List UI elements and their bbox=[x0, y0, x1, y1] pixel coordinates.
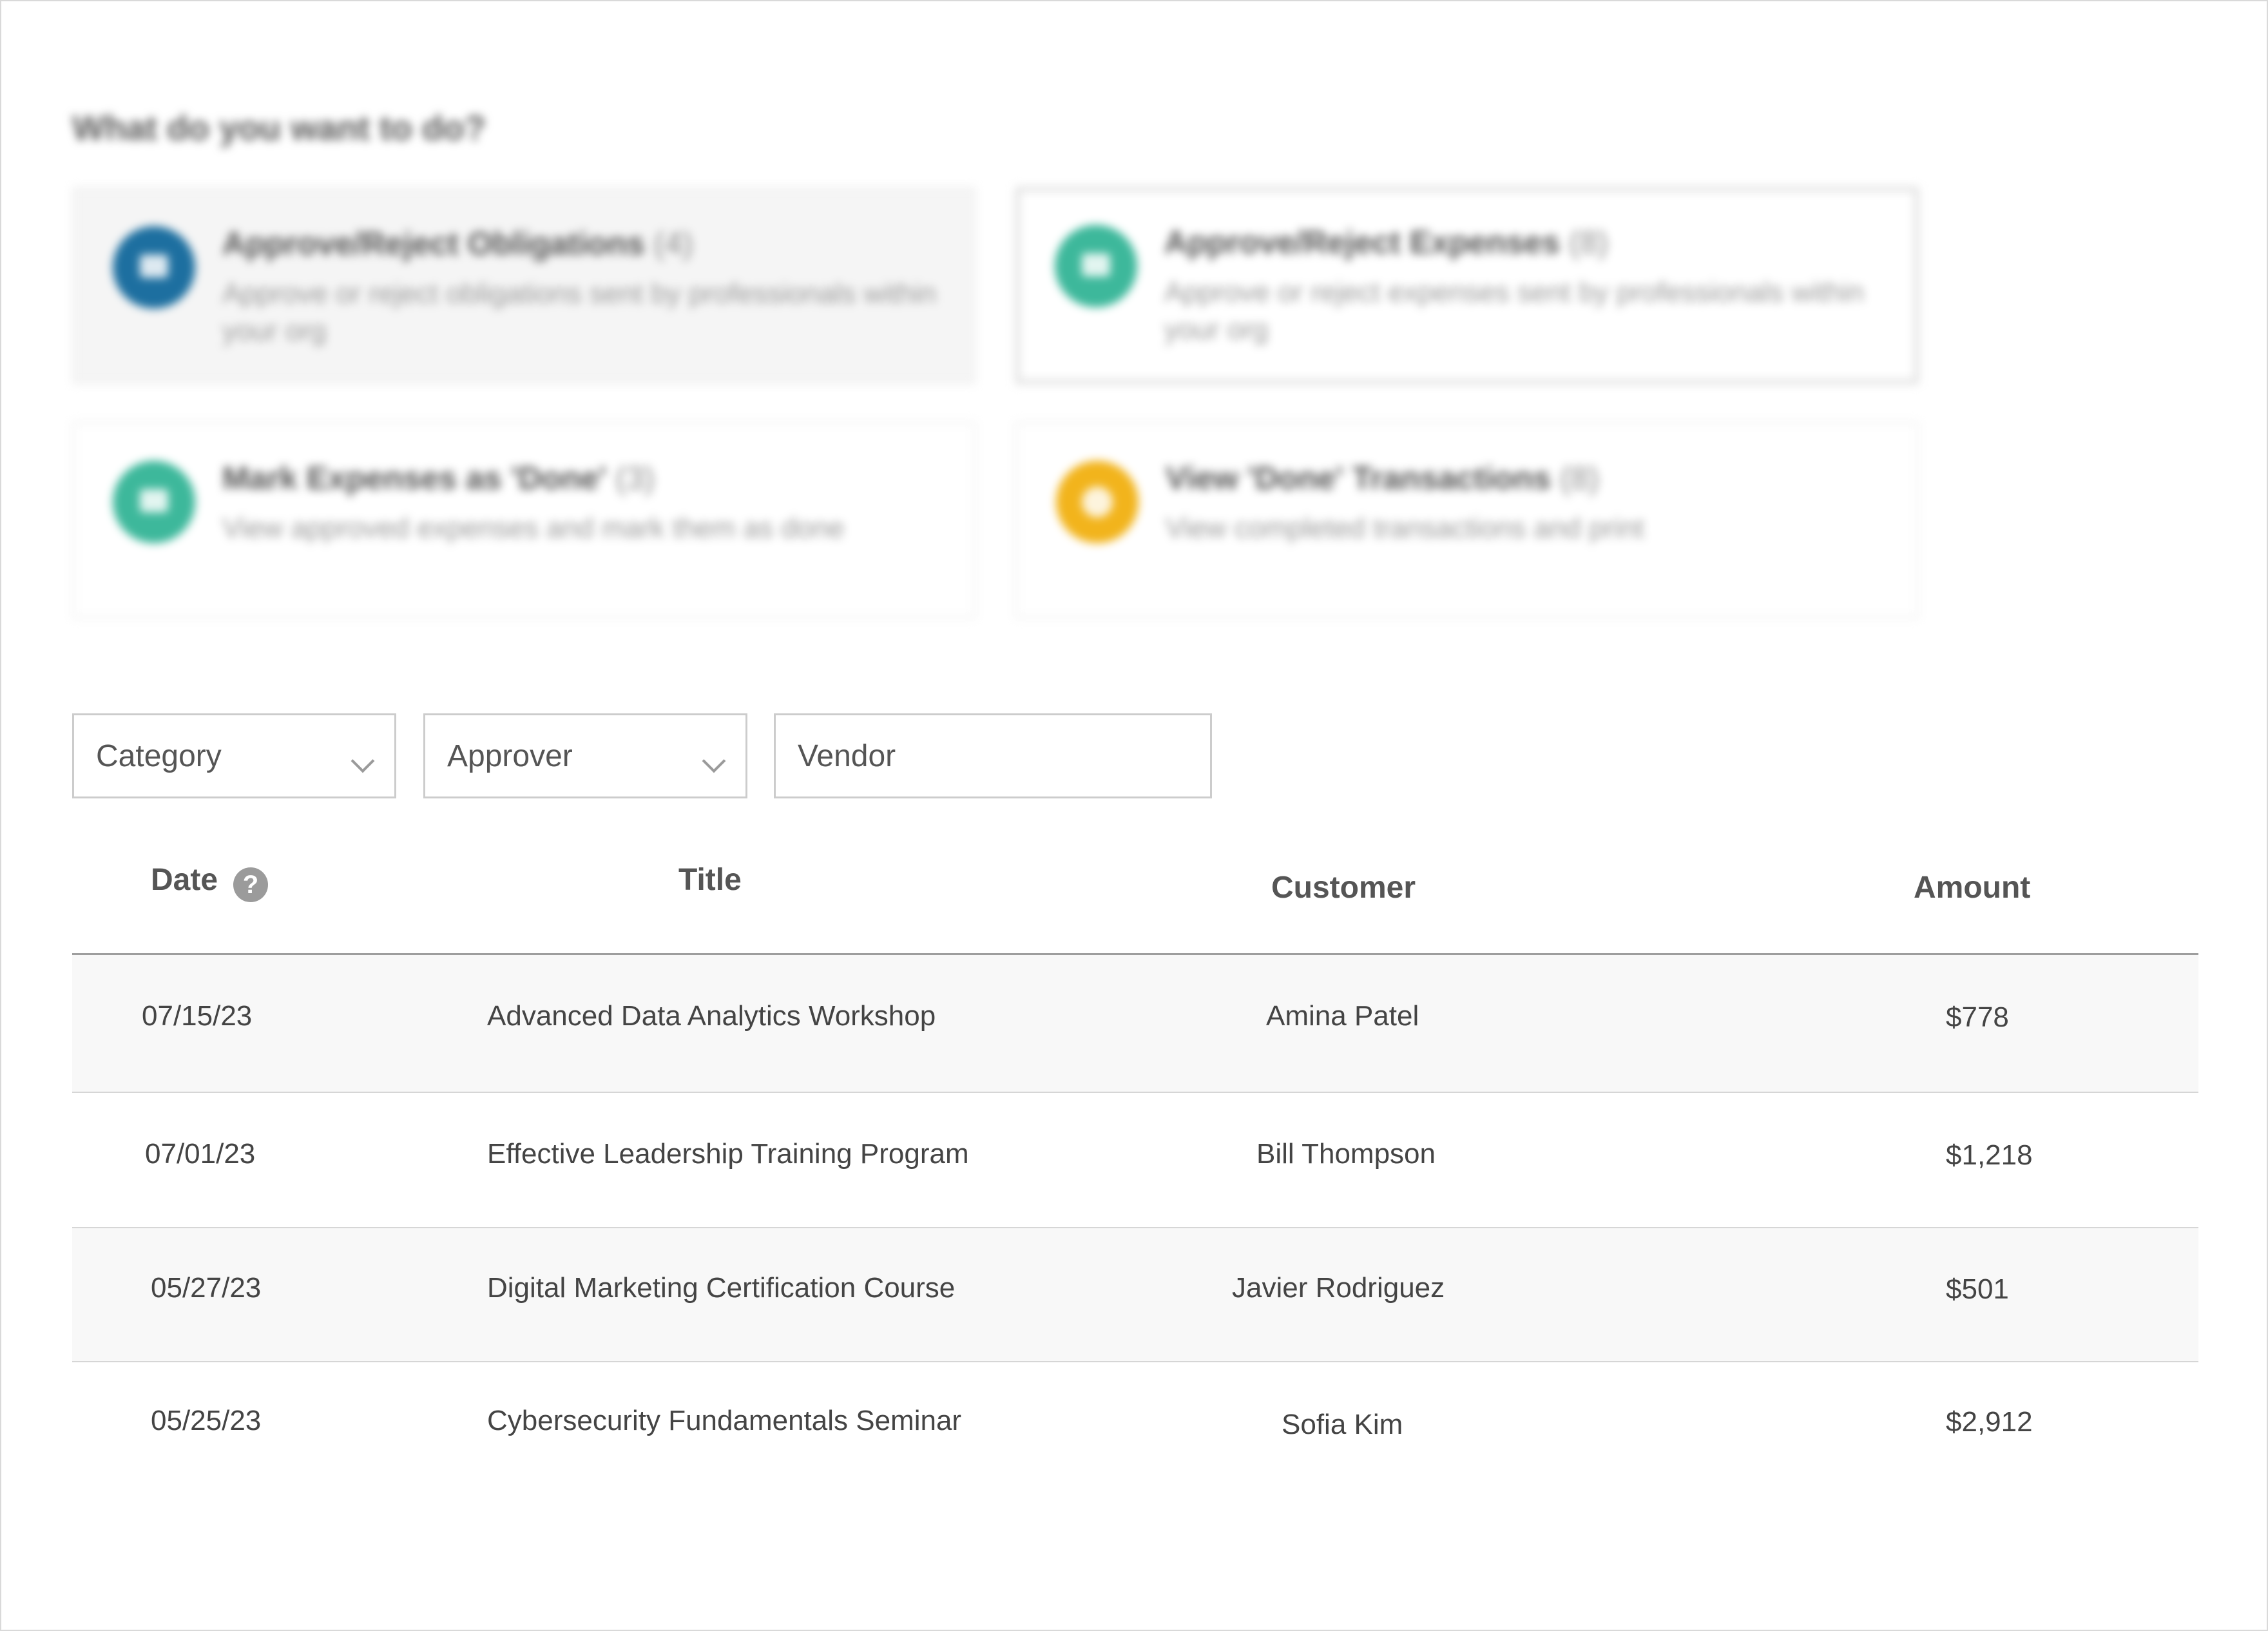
cell-title: Effective Leadership Training Program bbox=[487, 1138, 969, 1170]
category-dropdown[interactable]: Category bbox=[72, 713, 396, 798]
card-count: (8) bbox=[1559, 460, 1600, 496]
money-icon bbox=[1055, 225, 1137, 307]
table-row[interactable]: 05/27/23 Digital Marketing Certification… bbox=[72, 1228, 2198, 1362]
cell-amount: $2,912 bbox=[1946, 1406, 2033, 1438]
approver-dropdown[interactable]: Approver bbox=[423, 713, 747, 798]
cell-date: 05/27/23 bbox=[151, 1272, 262, 1304]
card-title: Approve/Reject Expenses bbox=[1164, 224, 1561, 260]
cell-customer: Amina Patel bbox=[1266, 1000, 1419, 1032]
vendor-input-placeholder: Vendor bbox=[798, 739, 896, 773]
checkmark-icon bbox=[1056, 461, 1139, 543]
card-count: (8) bbox=[1569, 224, 1609, 260]
card-title: Mark Expenses as 'Done' bbox=[222, 460, 607, 496]
card-mark-expenses-done[interactable]: Mark Expenses as 'Done' (3) View approve… bbox=[72, 421, 975, 619]
card-description: View approved expenses and mark them as … bbox=[222, 512, 845, 544]
cell-title: Advanced Data Analytics Workshop bbox=[487, 1000, 936, 1032]
card-view-done-transactions[interactable]: View 'Done' Transactions (8) View comple… bbox=[1015, 421, 1919, 619]
cell-amount: $778 bbox=[1946, 1001, 2009, 1033]
card-approve-expenses[interactable]: Approve/Reject Expenses (8) Approve or r… bbox=[1015, 187, 1919, 384]
vendor-input[interactable]: Vendor bbox=[774, 713, 1212, 798]
cell-customer: Javier Rodriguez bbox=[1232, 1272, 1445, 1304]
cell-customer: Bill Thompson bbox=[1256, 1138, 1436, 1170]
column-header-date[interactable]: Date bbox=[151, 862, 218, 898]
money-icon bbox=[113, 461, 195, 543]
cell-date: 07/15/23 bbox=[142, 1000, 253, 1032]
approver-dropdown-label: Approver bbox=[447, 739, 573, 773]
cell-title: Cybersecurity Fundamentals Seminar bbox=[487, 1405, 962, 1436]
card-title: View 'Done' Transactions bbox=[1166, 460, 1552, 496]
category-dropdown-label: Category bbox=[96, 739, 222, 773]
cell-amount: $501 bbox=[1946, 1273, 2009, 1305]
table-row[interactable]: 05/25/23 Cybersecurity Fundamentals Semi… bbox=[72, 1362, 2198, 1498]
card-count: (4) bbox=[653, 226, 693, 262]
table-row[interactable]: 07/15/23 Advanced Data Analytics Worksho… bbox=[72, 955, 2198, 1093]
section-question: What do you want to do? bbox=[72, 109, 486, 148]
card-approve-obligations[interactable]: Approve/Reject Obligations (4) Approve o… bbox=[72, 187, 975, 384]
cell-date: 07/01/23 bbox=[145, 1138, 256, 1170]
card-count: (3) bbox=[615, 460, 655, 496]
column-header-title[interactable]: Title bbox=[678, 862, 742, 898]
cell-amount: $1,218 bbox=[1946, 1139, 2033, 1171]
cell-title: Digital Marketing Certification Course bbox=[487, 1272, 956, 1304]
cell-customer: Sofia Kim bbox=[1282, 1409, 1403, 1440]
chevron-down-icon bbox=[351, 749, 375, 773]
action-chooser: What do you want to do? Approve/Reject O… bbox=[0, 0, 2268, 651]
help-icon[interactable]: ? bbox=[233, 867, 268, 902]
column-header-customer[interactable]: Customer bbox=[1271, 870, 1416, 905]
column-header-amount[interactable]: Amount bbox=[1914, 870, 2030, 905]
cell-date: 05/25/23 bbox=[151, 1405, 262, 1436]
card-description: Approve or reject expenses sent by profe… bbox=[1164, 276, 1864, 345]
document-icon bbox=[113, 226, 195, 309]
card-title: Approve/Reject Obligations bbox=[222, 226, 645, 262]
card-description: View completed transactions and print bbox=[1166, 512, 1644, 544]
table-row[interactable]: 07/01/23 Effective Leadership Training P… bbox=[72, 1093, 2198, 1228]
chevron-down-icon bbox=[702, 749, 726, 773]
card-description: Approve or reject obligations sent by pr… bbox=[222, 278, 936, 347]
